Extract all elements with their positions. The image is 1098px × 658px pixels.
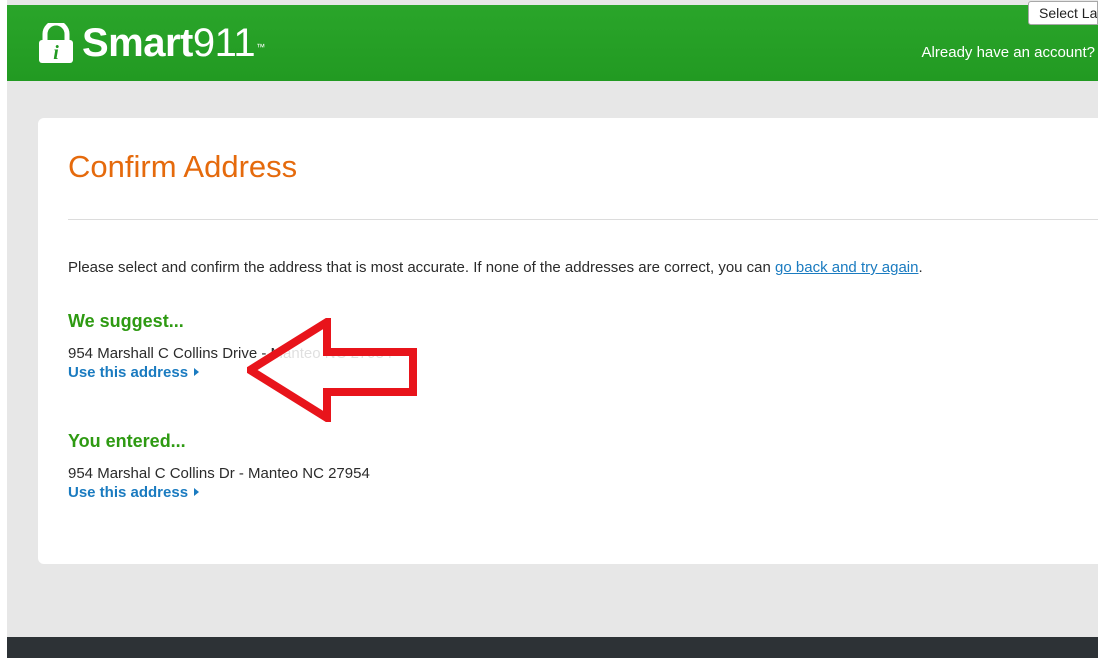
- go-back-link[interactable]: go back and try again: [775, 259, 918, 276]
- brand-light: 911: [192, 21, 256, 65]
- instructions-body: Please select and confirm the address th…: [68, 259, 776, 276]
- red-arrow-left-icon: [242, 314, 427, 426]
- entered-address: 954 Marshal C Collins Dr - Manteo NC 279…: [68, 465, 370, 482]
- use-entered-address-label: Use this address: [68, 484, 189, 501]
- page-frame: i Smart911™ Already have an account? Con…: [7, 0, 1098, 658]
- lock-info-icon: i: [37, 20, 75, 64]
- account-login-link[interactable]: Already have an account?: [922, 44, 1095, 61]
- use-suggested-address-button[interactable]: Use this address: [68, 364, 200, 381]
- suggested-heading: We suggest...: [68, 311, 184, 331]
- svg-text:i: i: [53, 42, 59, 63]
- caret-right-icon: [194, 368, 200, 376]
- use-entered-address-button[interactable]: Use this address: [68, 484, 200, 501]
- smart911-logo[interactable]: i Smart911™: [37, 20, 265, 64]
- caret-right-icon: [194, 488, 200, 496]
- select-language-button[interactable]: Select Language: [1028, 1, 1098, 25]
- title-divider: [68, 219, 1098, 220]
- site-header: i Smart911™ Already have an account?: [7, 5, 1098, 81]
- instructions-end: .: [918, 259, 923, 276]
- brand-wordmark: Smart911™: [82, 23, 265, 63]
- site-footer: [7, 637, 1098, 658]
- use-suggested-address-label: Use this address: [68, 364, 189, 381]
- entered-heading: You entered...: [68, 431, 186, 451]
- page-title: Confirm Address: [68, 149, 298, 184]
- trademark-mark: ™: [256, 42, 265, 52]
- brand-bold: Smart: [82, 21, 193, 65]
- confirm-address-card: Confirm Address Please select and confir…: [38, 118, 1098, 564]
- instructions-text: Please select and confirm the address th…: [68, 259, 923, 276]
